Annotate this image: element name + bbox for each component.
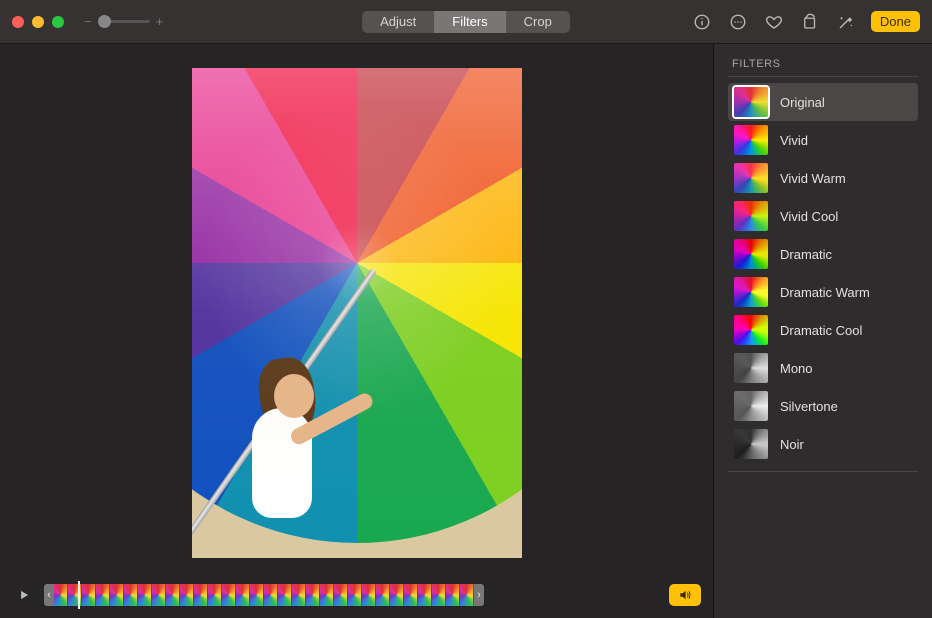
edit-mode-segmented-control: Adjust Filters Crop [362,11,570,33]
filter-label: Vivid Warm [780,171,846,186]
filter-vivid[interactable]: Vivid [728,121,918,159]
rotate-icon[interactable] [799,11,821,33]
filter-dramatic-cool[interactable]: Dramatic Cool [728,311,918,349]
filter-original[interactable]: Original [728,83,918,121]
photo-preview[interactable] [192,68,522,558]
info-icon[interactable] [691,11,713,33]
playhead[interactable] [78,581,80,609]
zoom-in-icon: + [156,14,164,29]
filter-thumbnail [734,391,768,421]
filter-label: Mono [780,361,813,376]
fullscreen-window-button[interactable] [52,16,64,28]
filter-label: Noir [780,437,804,452]
content: ‹ › FILTERS Original [0,44,932,618]
filter-label: Silvertone [780,399,838,414]
window-controls [12,16,64,28]
filter-thumbnail [734,353,768,383]
filter-vivid-warm[interactable]: Vivid Warm [728,159,918,197]
zoom-out-icon: − [84,14,92,29]
filter-thumbnail [734,87,768,117]
filter-thumbnail [734,239,768,269]
filter-label: Vivid Cool [780,209,838,224]
filter-label: Vivid [780,133,808,148]
done-button[interactable]: Done [871,11,920,32]
filter-label: Dramatic Warm [780,285,870,300]
filter-noir[interactable]: Noir [728,425,918,463]
tab-crop[interactable]: Crop [506,11,570,33]
video-timeline: ‹ › [0,582,713,618]
favorite-heart-icon[interactable] [763,11,785,33]
filter-mono[interactable]: Mono [728,349,918,387]
tab-filters[interactable]: Filters [434,11,505,33]
filter-thumbnail [734,163,768,193]
zoom-slider[interactable]: − + [84,14,163,29]
filters-heading: FILTERS [728,58,918,70]
clip-strip[interactable]: ‹ › [44,584,484,606]
close-window-button[interactable] [12,16,24,28]
titlebar: − + Adjust Filters Crop Done [0,0,932,44]
toolbar-right: Done [691,11,920,33]
filter-vivid-cool[interactable]: Vivid Cool [728,197,918,235]
filter-thumbnail [734,125,768,155]
canvas [0,44,713,582]
main-area: ‹ › [0,44,714,618]
filter-thumbnail [734,315,768,345]
clip-frames[interactable] [54,584,474,606]
more-options-icon[interactable] [727,11,749,33]
trim-end-handle[interactable]: › [474,584,484,606]
filter-label: Original [780,95,825,110]
zoom-thumb[interactable] [98,15,111,28]
filter-silvertone[interactable]: Silvertone [728,387,918,425]
filter-dramatic[interactable]: Dramatic [728,235,918,273]
divider [728,76,918,77]
tab-adjust[interactable]: Adjust [362,11,434,33]
filters-sidebar: FILTERS Original Vivid Vivid Warm Vivid … [714,44,932,618]
minimize-window-button[interactable] [32,16,44,28]
zoom-track[interactable] [98,20,150,23]
play-button[interactable] [12,585,36,605]
filter-thumbnail [734,429,768,459]
trim-start-handle[interactable]: ‹ [44,584,54,606]
filter-label: Dramatic [780,247,832,262]
filter-label: Dramatic Cool [780,323,862,338]
filter-thumbnail [734,277,768,307]
filter-dramatic-warm[interactable]: Dramatic Warm [728,273,918,311]
auto-enhance-icon[interactable] [835,11,857,33]
filter-thumbnail [734,201,768,231]
volume-button[interactable] [669,584,701,606]
divider [728,471,918,472]
